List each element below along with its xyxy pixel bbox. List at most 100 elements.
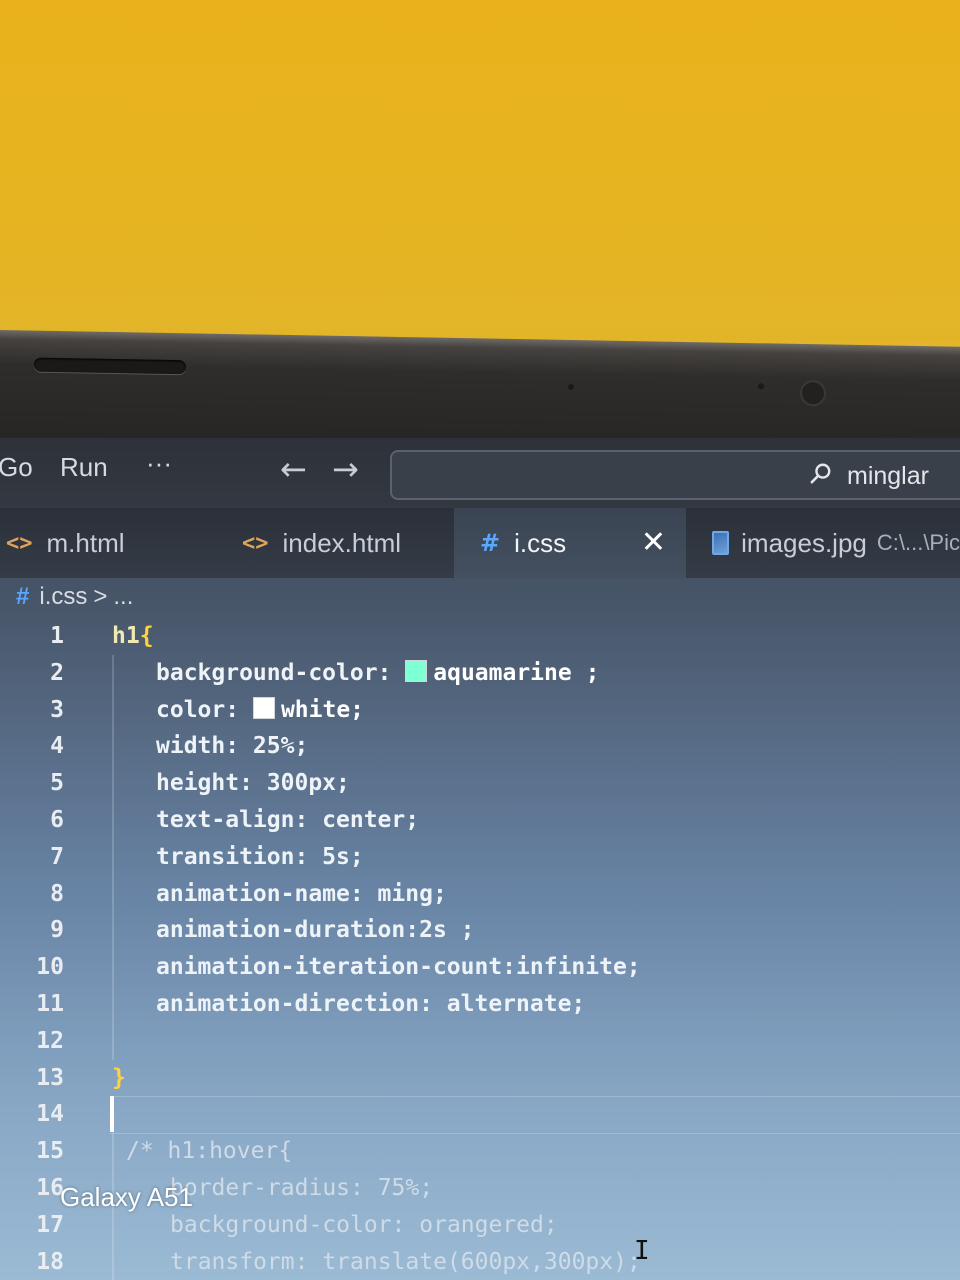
code-line[interactable]: 7 transition: 5s; [0, 839, 960, 876]
tab-label: i.css [514, 527, 567, 558]
code-text: animation-direction: alternate; [156, 986, 585, 1023]
line-number: 11 [36, 991, 64, 1017]
code-line[interactable]: 6 text-align: center; [0, 802, 960, 839]
code-line[interactable]: 2 background-color: aquamarine ; [0, 655, 960, 692]
tab-i-css[interactable]: # i.css ✕ [454, 508, 686, 578]
code-text: border-radius: 75%; [170, 1170, 433, 1207]
code-line[interactable]: 4 width: 25%; [0, 728, 960, 765]
code-text: color: white; [156, 692, 364, 729]
css-icon: # [16, 583, 30, 610]
menu-more[interactable]: ··· [146, 448, 172, 479]
line-number: 9 [50, 917, 64, 944]
code-token: transition: 5s; [156, 843, 364, 870]
line-number: 15 [36, 1138, 64, 1165]
code-token: width: 25%; [156, 733, 309, 760]
line-number: 2 [50, 659, 64, 686]
tab-label: index.html [282, 527, 402, 558]
code-text: h1{ [112, 618, 154, 655]
code-line[interactable]: 10 animation-iteration-count:infinite; [0, 949, 960, 986]
line-number: 6 [50, 807, 64, 833]
line-number: 14 [36, 1101, 64, 1128]
command-search-box[interactable]: minglar [390, 450, 960, 500]
code-line[interactable]: 1 h1{ [0, 618, 960, 655]
editor-screen: Go Run ··· ← → minglar <> m.html <> inde… [0, 438, 960, 1280]
color-swatch[interactable] [405, 659, 428, 682]
breadcrumb-file[interactable]: i.css [39, 583, 87, 611]
mouse-cursor-icon: I [634, 1236, 650, 1266]
breadcrumb-separator: > [93, 583, 108, 610]
tab-label: m.html [46, 527, 125, 558]
image-icon [712, 531, 730, 555]
forward-arrow-icon[interactable]: → [332, 450, 359, 488]
tab-path: C:\...\Pic [876, 530, 960, 555]
camera-watermark: Galaxy A51 [60, 1182, 193, 1212]
code-token: /* h1:hover{ [126, 1138, 293, 1165]
code-text: background-color: orangered; [170, 1207, 558, 1244]
line-number: 5 [50, 770, 64, 797]
current-line-highlight [110, 1096, 960, 1135]
breadcrumb-rest[interactable]: ... [113, 583, 133, 611]
line-number: 7 [50, 843, 64, 870]
code-text: transform: translate(600px,300px); [170, 1244, 641, 1280]
tab-label: images.jpg [741, 527, 867, 558]
code-line[interactable]: 18 transform: translate(600px,300px); [0, 1244, 960, 1280]
code-line[interactable]: 15 /* h1:hover{ [0, 1133, 960, 1170]
menu-run[interactable]: Run [60, 452, 108, 483]
code-token: border-radius: 75%; [170, 1175, 434, 1201]
line-number: 4 [50, 733, 64, 760]
html-icon: <> [242, 530, 269, 556]
back-arrow-icon[interactable]: ← [280, 450, 307, 488]
background-wall [0, 0, 960, 350]
line-number: 18 [36, 1248, 64, 1275]
search-text: minglar [847, 462, 929, 490]
code-token: background-color: orangered; [170, 1211, 558, 1238]
line-number: 17 [36, 1211, 64, 1238]
code-token: animation-duration:2s ; [156, 917, 475, 944]
text-cursor [110, 1096, 114, 1133]
code-text: width: 25%; [156, 728, 308, 765]
html-icon: <> [6, 530, 33, 556]
tab-images-jpg[interactable]: images.jpg C:\...\Pic [688, 508, 960, 578]
menu-go[interactable]: Go [0, 452, 33, 483]
code-token: background-color: [156, 659, 406, 686]
code-line[interactable]: 11 animation-direction: alternate; [0, 986, 960, 1023]
webcam [800, 379, 826, 407]
tab-bar: <> m.html <> index.html # i.css ✕ images… [0, 508, 960, 578]
tab-m-html[interactable]: <> m.html [0, 508, 218, 578]
breadcrumb: # i.css > ... [16, 580, 133, 614]
code-token: animation-direction: alternate; [156, 991, 586, 1017]
code-line[interactable]: 13} [0, 1060, 960, 1097]
color-swatch[interactable] [252, 696, 275, 719]
bezel-sensor [568, 383, 574, 391]
code-token: } [112, 1064, 126, 1091]
line-number: 13 [36, 1064, 64, 1091]
title-bar: Go Run ··· ← → minglar [0, 438, 960, 508]
css-icon: # [480, 529, 501, 557]
code-token: animation-iteration-count:infinite; [156, 954, 641, 981]
code-token: { [139, 623, 154, 649]
code-line[interactable]: 8 animation-name: ming; [0, 876, 960, 913]
code-text: height: 300px; [156, 765, 350, 802]
close-icon[interactable]: ✕ [641, 526, 666, 560]
code-line[interactable]: 9 animation-duration:2s ; [0, 912, 960, 949]
code-text: } [112, 1060, 126, 1097]
code-token: aquamarine ; [433, 659, 600, 686]
code-text: text-align: center; [156, 802, 419, 839]
code-line[interactable]: 14 [0, 1096, 960, 1135]
tab-index-html[interactable]: <> index.html [216, 508, 452, 578]
code-token: transform: translate(600px,300px); [170, 1248, 641, 1275]
code-line[interactable]: 5 height: 300px; [0, 765, 960, 802]
code-line[interactable]: 12 [0, 1023, 960, 1060]
line-number: 12 [36, 1027, 64, 1054]
search-icon [810, 463, 831, 484]
code-line[interactable]: 3 color: white; [0, 692, 960, 729]
code-text: background-color: aquamarine ; [156, 655, 599, 692]
line-number: 10 [36, 954, 64, 981]
line-number: 3 [50, 696, 64, 723]
line-number: 16 [36, 1175, 64, 1201]
line-number: 8 [50, 880, 64, 907]
code-text: transition: 5s; [156, 839, 364, 876]
bezel-sensor [758, 383, 764, 390]
code-text: /* h1:hover{ [126, 1133, 292, 1170]
code-token: color: [156, 696, 253, 723]
